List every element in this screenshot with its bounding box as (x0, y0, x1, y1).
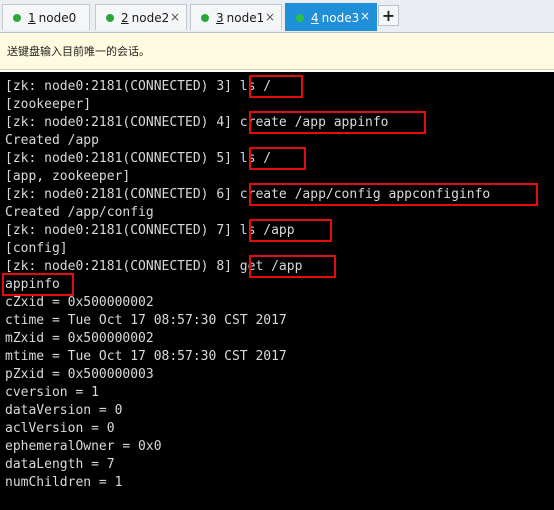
tab-node3[interactable]: 4 node3 × (285, 3, 377, 31)
terminal-line: ephemeralOwner = 0x0 (5, 439, 162, 454)
info-bar: 送键盘输入目前唯一的会话。 (0, 33, 554, 70)
connected-status-icon (201, 13, 209, 22)
terminal-line: dataLength = 7 (5, 457, 115, 472)
close-tab-icon[interactable]: × (265, 10, 275, 24)
tab-number: 2 (121, 10, 129, 25)
tab-label: node3 (321, 10, 360, 25)
tab-number: 3 (216, 10, 224, 25)
highlight-box (249, 75, 303, 98)
terminal-line: cversion = 1 (5, 385, 99, 400)
tab-number: 1 (28, 10, 36, 25)
tab-node2[interactable]: 2 node2 × (95, 4, 187, 30)
connected-status-icon (13, 13, 21, 22)
terminal-line: numChildren = 1 (5, 475, 123, 490)
terminal-line: mtime = Tue Oct 17 08:57:30 CST 2017 (5, 349, 287, 364)
tab-number: 4 (311, 10, 319, 25)
close-tab-icon[interactable]: × (360, 9, 370, 23)
tab-bar: 1 node0 2 node2 × 3 node1 × 4 node3 × + (0, 0, 554, 33)
terminal-line: mZxid = 0x500000002 (5, 331, 154, 346)
tab-node0[interactable]: 1 node0 (2, 4, 90, 30)
connected-status-icon (106, 13, 114, 22)
tab-label: node2 (131, 10, 170, 25)
info-bar-text: 送键盘输入目前唯一的会话。 (7, 45, 150, 58)
terminal-line: ctime = Tue Oct 17 08:57:30 CST 2017 (5, 313, 287, 328)
tab-label: node0 (38, 10, 77, 25)
terminal-line: appinfo (5, 277, 60, 292)
terminal-output[interactable]: [zk: node0:2181(CONNECTED) 3] ls / [zook… (0, 72, 554, 510)
close-tab-icon[interactable]: × (170, 10, 180, 24)
highlight-box (249, 255, 336, 278)
highlight-box (249, 147, 306, 170)
connected-status-icon (296, 13, 304, 22)
add-tab-button[interactable]: + (378, 5, 399, 26)
highlight-box (249, 219, 332, 242)
terminal-line: cZxid = 0x500000002 (5, 295, 154, 310)
highlight-box (249, 183, 538, 206)
highlight-box (249, 111, 426, 134)
highlight-box (2, 273, 74, 296)
terminal-line: pZxid = 0x500000003 (5, 367, 154, 382)
tab-label: node1 (226, 10, 265, 25)
terminal-line: dataVersion = 0 (5, 403, 123, 418)
tab-node1[interactable]: 3 node1 × (190, 4, 282, 30)
terminal-line: aclVersion = 0 (5, 421, 115, 436)
